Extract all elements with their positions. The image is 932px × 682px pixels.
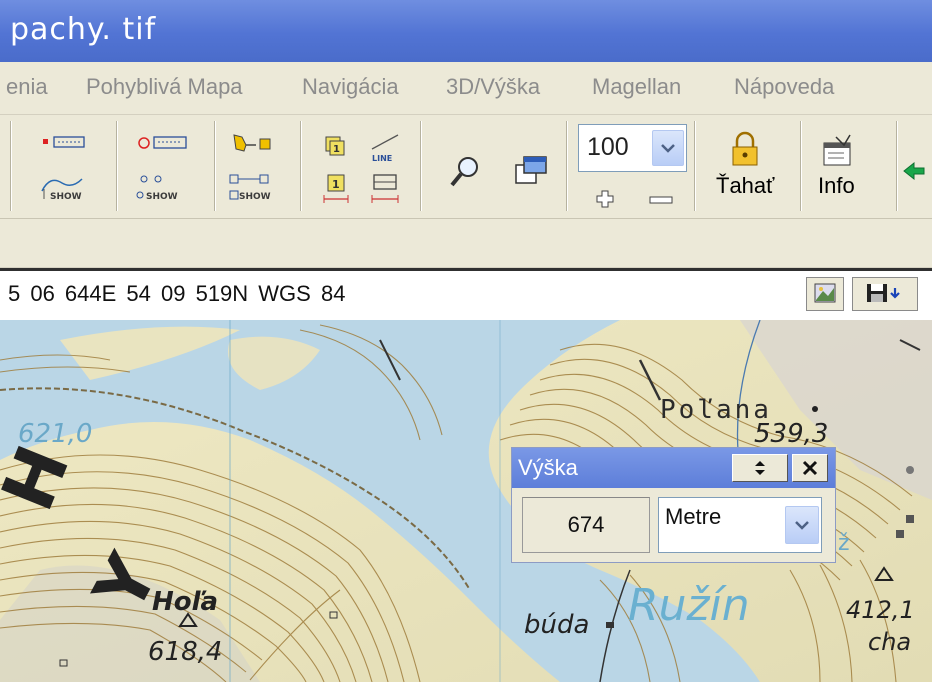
height-value: 674 (567, 512, 605, 537)
points-show-icon: SHOW (41, 136, 85, 202)
menu-item-magellan[interactable]: Magellan (592, 74, 681, 100)
map-label-blue: 621,0 (18, 419, 92, 449)
toolbar-separator (116, 121, 118, 211)
coordinates-readout: 5 06 644E 54 09 519N WGS 84 (8, 281, 346, 306)
numbered-marker-icon: 1 (325, 136, 345, 156)
minus-icon (649, 196, 673, 204)
svg-text:1: 1 (333, 144, 340, 155)
height-panel[interactable]: Výška 674 Metre (511, 447, 836, 563)
info-label: Info (818, 173, 855, 198)
route-show-button[interactable]: SHOW (222, 131, 290, 211)
menu-item-enia[interactable]: enia (6, 74, 48, 100)
arrow-left-icon (903, 161, 925, 181)
toolbar-separator (10, 121, 12, 211)
map-label-buda: búda (524, 610, 589, 640)
chevron-down-icon (661, 144, 675, 153)
measure-number-button[interactable]: 1 (318, 171, 354, 207)
lock-icon (732, 131, 758, 166)
save-button[interactable] (852, 277, 918, 311)
menu-item-napoveda[interactable]: Nápoveda (734, 74, 834, 100)
menu-item-pohybliva-mapa[interactable]: Pohyblivá Mapa (86, 74, 243, 100)
coordinate-bar: 5 06 644E 54 09 519N WGS 84 (0, 268, 932, 320)
line-tool-button[interactable]: LINE (364, 131, 408, 167)
toolbar-separator (300, 121, 302, 211)
toolbar-separator (420, 121, 422, 211)
plus-icon (596, 190, 614, 208)
height-panel-close-button[interactable] (792, 454, 828, 482)
zoom-in-button[interactable] (590, 183, 622, 213)
menu-item-3d-vyska[interactable]: 3D/Výška (446, 74, 540, 100)
line-icon: LINE (371, 134, 399, 163)
overview-window-icon (515, 156, 547, 184)
menu-bar: enia Pohyblivá Mapa Navigácia 3D/Výška M… (0, 62, 932, 115)
height-unit-value: Metre (665, 504, 722, 529)
menu-item-navigacia[interactable]: Navigácia (302, 74, 399, 100)
zoom-select[interactable]: 100 (578, 124, 687, 172)
height-unit-dropdown-button[interactable] (785, 506, 819, 544)
drag-button[interactable]: Ťahať (712, 129, 792, 213)
points-show-label: SHOW (50, 192, 82, 202)
height-panel-title-bar[interactable]: Výška (512, 448, 835, 488)
map-label-blue-z: ž (838, 531, 850, 556)
close-icon (802, 460, 818, 476)
toolbar: SHOW SHOW SHOW 1 LINE 1 Ťahať Info (0, 115, 932, 219)
circles-show-button[interactable]: SHOW (130, 131, 206, 211)
zoom-value: 100 (587, 133, 629, 161)
zoom-dropdown-button[interactable] (652, 130, 684, 166)
toolbar-separator (214, 121, 216, 211)
toolbar-separator (896, 121, 898, 211)
circles-show-label: SHOW (146, 192, 178, 202)
toolbar-separator (800, 121, 802, 211)
chevron-down-icon (795, 521, 809, 530)
map-label-cha: cha (868, 628, 911, 656)
drag-label: Ťahať (716, 173, 775, 198)
points-show-button[interactable]: SHOW (36, 131, 96, 211)
window-title: pachy. tif (10, 12, 157, 47)
height-unit-select[interactable]: Metre (658, 497, 822, 553)
map-label-polana-height: 539,3 (754, 419, 828, 449)
route-show-label: SHOW (239, 192, 271, 202)
map-image-button[interactable] (806, 277, 844, 311)
height-value-box: 674 (522, 497, 650, 553)
toolbar-separator (694, 121, 696, 211)
save-disk-icon (867, 284, 900, 302)
waypoint-number-button[interactable]: 1 (318, 131, 354, 167)
title-bar: pachy. tif (0, 0, 932, 62)
map-label-hola-height: 618,4 (148, 637, 222, 667)
svg-text:1: 1 (332, 178, 340, 191)
height-panel-resize-button[interactable] (732, 454, 788, 482)
map-label-ruzin: Ružín (628, 580, 750, 631)
magnifier-icon (450, 157, 478, 187)
measure-box-icon (371, 174, 399, 203)
up-down-arrows-icon (755, 461, 765, 475)
measure-box-button[interactable] (364, 171, 408, 207)
zoom-out-button[interactable] (644, 183, 680, 213)
toolbar-separator (566, 121, 568, 211)
height-panel-title: Výška (518, 455, 578, 480)
map-label-peak-height: 412,1 (846, 596, 915, 624)
route-show-icon: SHOW (229, 134, 271, 202)
map-label-hola: Hoľa (152, 587, 218, 617)
overview-window-button[interactable] (510, 151, 554, 195)
line-tool-label: LINE (372, 154, 392, 163)
circles-show-icon: SHOW (136, 136, 187, 202)
back-button[interactable] (900, 151, 930, 191)
magnifier-button[interactable] (446, 153, 486, 193)
image-icon (814, 283, 836, 303)
info-button[interactable]: Info (808, 129, 888, 213)
secondary-toolbar (0, 219, 932, 268)
numbered-measure-icon: 1 (323, 174, 349, 203)
properties-icon (823, 134, 851, 166)
